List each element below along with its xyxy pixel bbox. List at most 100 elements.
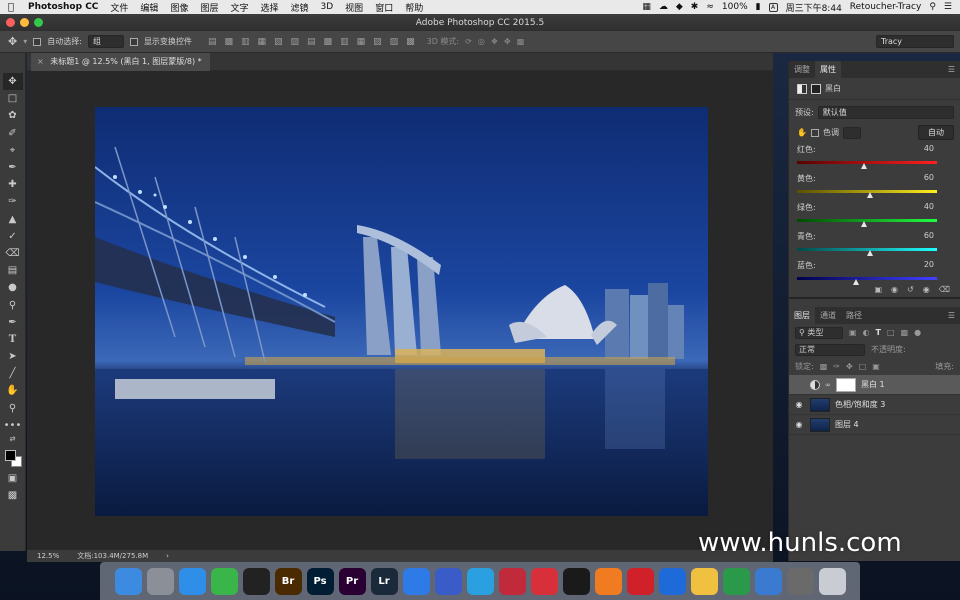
zoom-level[interactable]: 12.5% xyxy=(37,552,59,560)
keynote-icon[interactable] xyxy=(754,567,782,595)
document-tab[interactable]: × 未标题1 @ 12.5% (黑白 1, 图层蒙版/8) * xyxy=(31,53,210,71)
slider-thumb[interactable] xyxy=(866,250,873,256)
view-previous-icon[interactable]: ◉ xyxy=(891,285,898,297)
roll-3d-icon[interactable]: ◎ xyxy=(478,37,485,46)
filter-smart-icon[interactable]: ▩ xyxy=(901,328,909,337)
lock-position-icon[interactable]: ✥ xyxy=(846,362,853,371)
move-tool-icon[interactable]: ✥ xyxy=(8,35,17,48)
input-source-badge[interactable]: A xyxy=(768,2,778,12)
photo-app-icon[interactable] xyxy=(434,567,462,595)
trash-icon[interactable] xyxy=(818,567,846,595)
zoom-window-icon[interactable] xyxy=(34,18,43,27)
menu-help[interactable]: 帮助 xyxy=(399,1,429,14)
marquee-tool[interactable]: □ xyxy=(3,90,23,107)
layer-row[interactable]: ∞ 黑白 1 xyxy=(789,375,960,395)
slider-thumb[interactable] xyxy=(861,163,868,169)
qq-icon[interactable] xyxy=(242,567,270,595)
slider-thumb[interactable] xyxy=(866,192,873,198)
healing-brush-tool[interactable]: ✚ xyxy=(3,176,23,193)
lock-all-icon[interactable]: ▣ xyxy=(872,362,880,371)
eye-icon[interactable]: ◉ xyxy=(793,420,805,429)
menu-edit[interactable]: 编辑 xyxy=(134,1,164,14)
quick-select-tool[interactable]: ✐ xyxy=(3,125,23,142)
xiami-icon[interactable] xyxy=(594,567,622,595)
bridge-icon[interactable]: Br xyxy=(274,567,302,595)
layer-thumbnail[interactable] xyxy=(810,397,830,412)
wechat-icon[interactable] xyxy=(210,567,238,595)
lasso-tool[interactable]: ✿ xyxy=(3,107,23,124)
filter-shape-icon[interactable]: □ xyxy=(887,328,895,337)
align-left-icon[interactable]: ▦ xyxy=(257,37,266,47)
canvas-area[interactable] xyxy=(27,71,773,549)
show-transform-checkbox[interactable] xyxy=(129,37,138,46)
layers-menu-icon[interactable]: ☰ xyxy=(948,311,960,320)
tab-paths[interactable]: 路径 xyxy=(841,307,867,324)
path-select-tool[interactable]: ➤ xyxy=(3,348,23,365)
orbit-3d-icon[interactable]: ⟳ xyxy=(465,37,472,46)
layer-row[interactable]: ◉ 图层 4 xyxy=(789,415,960,435)
zoom-tool[interactable]: ⚲ xyxy=(3,400,23,417)
slider-value[interactable]: 60 xyxy=(912,173,934,184)
eye-icon[interactable]: ◉ xyxy=(793,400,805,409)
move-tool[interactable]: ✥ xyxy=(2,73,23,91)
adjustment-icon[interactable] xyxy=(797,83,807,94)
slider-value[interactable]: 20 xyxy=(912,260,934,271)
auto-align-icon[interactable]: ▩ xyxy=(406,37,415,47)
auto-select-dropdown[interactable]: 组 xyxy=(87,35,124,48)
distribute-left-icon[interactable]: ▦ xyxy=(357,37,366,47)
finder-icon[interactable] xyxy=(114,567,142,595)
menu-view[interactable]: 视图 xyxy=(339,1,369,14)
baidu-netdisk-icon[interactable] xyxy=(402,567,430,595)
slider-thumb[interactable] xyxy=(861,221,868,227)
status-chevron-icon[interactable]: › xyxy=(166,552,169,560)
premiere-icon[interactable]: Pr xyxy=(338,567,366,595)
lightroom-icon[interactable]: Lr xyxy=(370,567,398,595)
toggle-visibility-icon[interactable]: ◉ xyxy=(923,285,930,297)
bell-icon[interactable]: ◆ xyxy=(676,2,683,12)
filter-type-icon[interactable]: T xyxy=(876,328,881,337)
menu-type[interactable]: 文字 xyxy=(224,1,254,14)
distribute-bottom-icon[interactable]: ▥ xyxy=(340,37,349,47)
distribute-top-icon[interactable]: ▤ xyxy=(307,37,316,47)
close-window-icon[interactable] xyxy=(6,18,15,27)
distribute-right-icon[interactable]: ▨ xyxy=(390,37,399,47)
menu-select[interactable]: 选择 xyxy=(254,1,284,14)
launchpad-icon[interactable] xyxy=(146,567,174,595)
slider-value[interactable]: 40 xyxy=(912,144,934,155)
spotlight-search-icon[interactable]: ⚲ xyxy=(929,2,936,12)
align-right-icon[interactable]: ▨ xyxy=(291,37,300,47)
layer-name[interactable]: 图层 4 xyxy=(835,419,859,430)
menu-3d[interactable]: 3D xyxy=(315,2,340,12)
chain-link-icon[interactable]: ∞ xyxy=(825,381,831,389)
blend-mode-dropdown[interactable]: 正常 xyxy=(795,343,865,356)
numbers-icon[interactable] xyxy=(722,567,750,595)
type-tool[interactable]: T xyxy=(3,331,23,348)
gradient-tool[interactable]: ▤ xyxy=(3,262,23,279)
scale-3d-icon[interactable]: ▩ xyxy=(517,37,525,46)
panel-menu-icon[interactable]: ☰ xyxy=(948,65,960,74)
apple-icon[interactable]:  xyxy=(0,2,22,13)
menu-file[interactable]: 文件 xyxy=(104,1,134,14)
lock-pixels-icon[interactable]: ▩ xyxy=(820,362,828,371)
slider-track[interactable] xyxy=(797,161,937,169)
menu-window[interactable]: 窗口 xyxy=(369,1,399,14)
lock-paint-icon[interactable]: ✑ xyxy=(833,362,840,371)
layer-name[interactable]: 黑白 1 xyxy=(861,379,885,390)
tab-layers[interactable]: 图层 xyxy=(789,307,815,324)
user-name[interactable]: Retoucher-Tracy xyxy=(850,2,922,12)
slider-track[interactable] xyxy=(797,219,937,227)
distribute-vcenter-icon[interactable]: ▩ xyxy=(324,37,333,47)
align-top-icon[interactable]: ▤ xyxy=(208,37,217,47)
drag-3d-icon[interactable]: ❖ xyxy=(491,37,498,46)
photoshop-icon[interactable]: Ps xyxy=(306,567,334,595)
notes-icon[interactable] xyxy=(690,567,718,595)
tab-adjustments[interactable]: 调整 xyxy=(789,61,815,78)
slider-thumb[interactable] xyxy=(852,279,859,285)
auto-button[interactable]: 自动 xyxy=(918,125,954,140)
distribute-hcenter-icon[interactable]: ▧ xyxy=(373,37,382,47)
qq-browser-icon[interactable] xyxy=(658,567,686,595)
wifi-icon[interactable]: ≈ xyxy=(706,2,714,12)
clip-to-layer-icon[interactable]: ▣ xyxy=(874,285,882,297)
edit-toolbar[interactable]: ••• xyxy=(3,417,23,434)
color-swatches[interactable] xyxy=(3,448,23,470)
